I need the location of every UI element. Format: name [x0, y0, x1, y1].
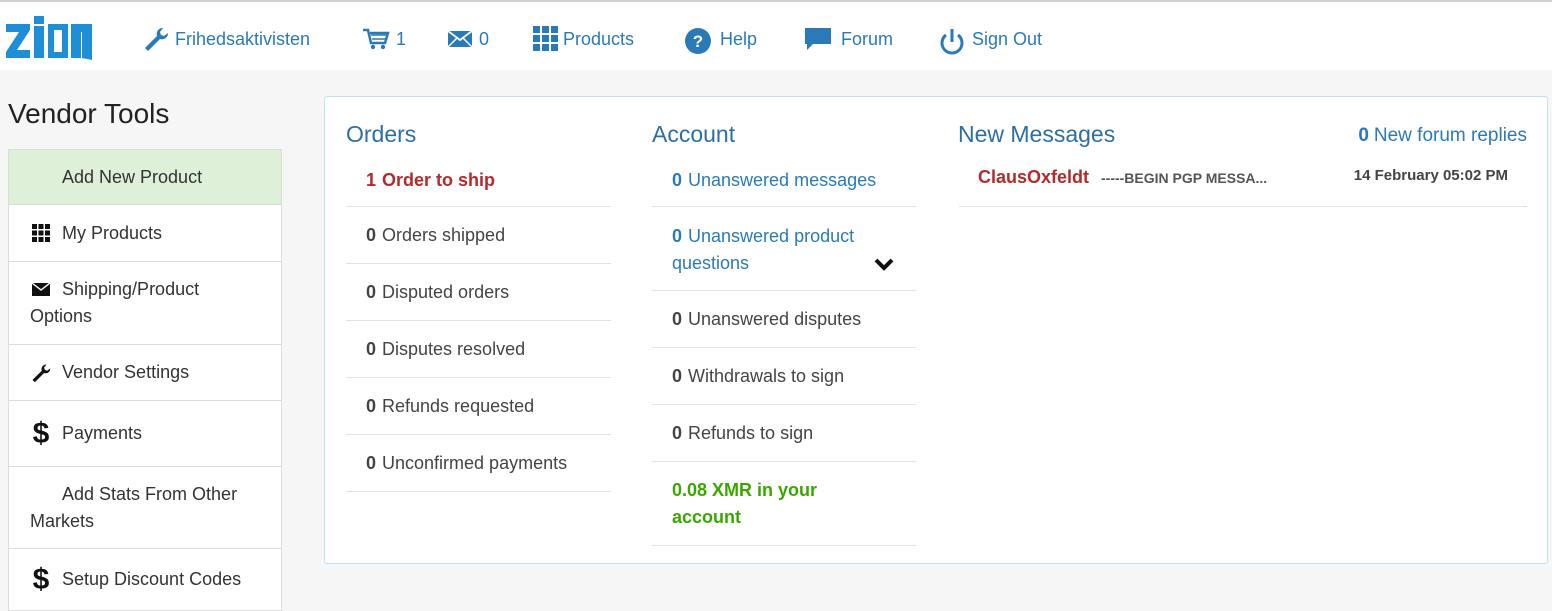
cart-icon [363, 28, 390, 50]
message-date: 14 February 05:02 PM [1353, 167, 1508, 184]
row-count: 0 [366, 395, 377, 416]
new-messages-title: New Messages [958, 121, 1116, 147]
sidebar-item-label: Shipping/Product [62, 279, 200, 299]
orders-list: 1 Order to ship 0 Orders shipped 0 Disputed… [346, 154, 611, 492]
row-count: 0 [366, 224, 377, 245]
row-count: 0 [366, 452, 377, 473]
sidebar-item-my-products[interactable]: My Products [8, 205, 282, 262]
zion-logo[interactable] [4, 14, 94, 62]
orders-title: Orders [346, 121, 417, 147]
products-label: Products [563, 28, 635, 49]
orders-shipped-row[interactable]: 0 Orders shipped [346, 207, 611, 264]
grid-icon [30, 224, 52, 242]
svg-text:?: ? [693, 32, 703, 51]
message-sender[interactable]: ClausOxfeldt [978, 167, 1089, 188]
sidebar-item-label-cont: Markets [30, 511, 95, 531]
sidebar-item-discount-codes[interactable]: $ Setup Discount Codes [8, 549, 282, 611]
message-preview: -----BEGIN PGP MESSA... [1101, 170, 1268, 186]
row-label: Refunds requested [382, 395, 535, 416]
sidebar-item-label: Add New Product [62, 166, 203, 187]
envelope-icon [30, 283, 52, 296]
sidebar-item-payments[interactable]: $ Payments [8, 401, 282, 467]
sign-out-label: Sign Out [972, 28, 1043, 49]
balance-label: 0.08 XMR in your [672, 480, 818, 500]
sidebar-item-vendor-settings[interactable]: Vendor Settings [8, 345, 282, 401]
sign-out-link[interactable]: Sign Out [938, 26, 1043, 55]
unanswered-questions-row[interactable]: 0 Unanswered product questions [652, 207, 916, 291]
disputed-orders-row[interactable]: 0 Disputed orders [346, 264, 611, 321]
forum-link[interactable]: Forum [803, 26, 893, 52]
question-circle-icon: ? [685, 28, 711, 54]
row-count: 0 [672, 226, 683, 246]
forum-label: Forum [841, 28, 894, 49]
speech-bubble-icon [805, 28, 831, 50]
forum-replies-count: 0 [1358, 125, 1369, 146]
row-label-cont: questions [672, 253, 750, 273]
grid-icon [533, 26, 558, 51]
username-label: Frihedsaktivisten [175, 28, 311, 49]
balance-row: 0.08 XMR in your account [652, 462, 916, 546]
sidebar-title: Vendor Tools [8, 98, 170, 129]
sidebar-item-label: Vendor Settings [62, 362, 190, 382]
row-label: Withdrawals to sign [688, 365, 845, 386]
row-label: Order to ship [382, 169, 496, 190]
power-icon [940, 29, 964, 55]
refunds-to-sign-row[interactable]: 0 Refunds to sign [652, 405, 916, 462]
row-label: Refunds to sign [688, 422, 814, 443]
unanswered-messages-row[interactable]: 0 Unanswered messages [652, 154, 916, 207]
sidebar-item-add-new-product[interactable]: Add New Product [8, 149, 282, 205]
row-count: 0 [366, 281, 377, 302]
unconfirmed-payments-row[interactable]: 0 Unconfirmed payments [346, 435, 611, 492]
row-label: Disputes resolved [382, 338, 526, 359]
row-label: Orders shipped [382, 224, 506, 245]
refunds-requested-row[interactable]: 0 Refunds requested [346, 378, 611, 435]
row-count: 0 [366, 338, 377, 359]
row-label: Disputed orders [382, 281, 510, 302]
dashboard-panel: Orders 1 Order to ship 0 Orders shipped 0D… [324, 96, 1548, 564]
messages-count: 0 [479, 28, 490, 49]
chevron-down-icon[interactable] [874, 253, 894, 280]
message-row[interactable]: ClausOxfeldt -----BEGIN PGP MESSA... 14 … [959, 157, 1527, 207]
help-link[interactable]: ? Help [684, 26, 758, 54]
row-label: Unanswered messages [688, 169, 877, 190]
row-count: 1 [366, 169, 377, 190]
row-count: 0 [672, 169, 683, 190]
row-label: Unanswered product [688, 226, 855, 246]
row-label: Unanswered disputes [688, 308, 862, 329]
help-label: Help [720, 28, 758, 49]
wrench-icon [145, 27, 169, 51]
forum-replies-link[interactable]: 0 New forum replies [1358, 125, 1527, 147]
cart-count: 1 [396, 28, 407, 49]
withdrawals-to-sign-row[interactable]: 0 Withdrawals to sign [652, 348, 916, 405]
username-link[interactable]: Frihedsaktivisten [143, 26, 310, 52]
account-list: 0 Unanswered messages 0 Unanswered product… [652, 154, 916, 546]
row-count: 0 [672, 365, 683, 386]
vendor-tools-menu: Add New Product My Products Shipping/Pro… [8, 149, 282, 611]
row-label: Unconfirmed payments [382, 452, 568, 473]
wrench-icon [30, 363, 52, 383]
sidebar-item-label: Payments [62, 423, 143, 443]
row-count: 0 [672, 308, 683, 329]
forum-replies-label: New forum replies [1373, 125, 1527, 146]
dollar-icon: $ [32, 416, 50, 450]
sidebar-item-label: My Products [62, 222, 163, 243]
cart-link[interactable]: 1 [362, 26, 406, 52]
sidebar-item-label: Setup Discount Codes [62, 569, 242, 589]
sidebar-item-label-cont: Options [30, 306, 93, 326]
sidebar-item-label: Add Stats From Other [62, 484, 238, 504]
orders-to-ship-row[interactable]: 1 Order to ship [346, 154, 611, 207]
row-count: 0 [672, 422, 683, 443]
products-link[interactable]: Products [533, 26, 634, 52]
balance-label-cont: account [672, 507, 742, 527]
account-title: Account [652, 121, 736, 147]
unanswered-disputes-row[interactable]: 0 Unanswered disputes [652, 291, 916, 348]
top-navbar: Frihedsaktivisten 1 0 Products ? Help Fo… [0, 2, 1552, 70]
envelope-icon [447, 30, 473, 48]
sidebar-item-add-stats[interactable]: Add Stats From Other Markets [8, 467, 282, 549]
messages-link[interactable]: 0 [447, 26, 489, 52]
sidebar-item-shipping-options[interactable]: Shipping/Product Options [8, 262, 282, 345]
dollar-icon: $ [32, 562, 50, 596]
disputes-resolved-row[interactable]: 0 Disputes resolved [346, 321, 611, 378]
